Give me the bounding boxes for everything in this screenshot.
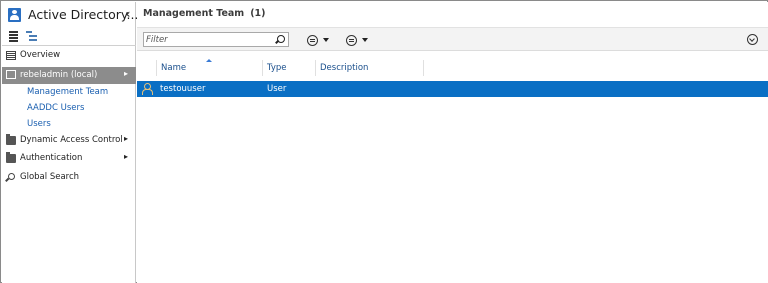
container-name: Management Team	[143, 8, 245, 19]
nav-item-label: Overview	[20, 50, 61, 60]
folder-icon	[6, 134, 16, 145]
user-icon	[141, 83, 153, 95]
nav-item-label: rebeladmin (local)	[20, 70, 98, 80]
cell-type: User	[267, 84, 287, 94]
window-frame: Active Directory... ‹ Overview rebeladmi…	[0, 0, 768, 283]
cell-name: testouuser	[160, 84, 206, 94]
nav-sub-item-management-team[interactable]: Management Team	[27, 87, 108, 97]
table-row[interactable]: testouuser User	[137, 81, 768, 97]
nav-item-label: Global Search	[20, 172, 80, 182]
toolbar	[137, 27, 768, 51]
search-icon	[8, 173, 15, 180]
filter-box	[143, 32, 289, 47]
nav-sub-item-users[interactable]: Users	[27, 119, 51, 129]
content-pane: Management Team (1) Name Type Description	[137, 2, 768, 283]
nav-divider	[2, 45, 136, 46]
expand-arrow-icon[interactable]: ▸	[124, 152, 128, 161]
nav-item-label: Dynamic Access Control	[20, 135, 123, 145]
save-query-button[interactable]	[346, 34, 368, 46]
nav-item-authentication[interactable]: Authentication ▸	[2, 151, 136, 167]
column-header-type[interactable]: Type	[263, 60, 316, 76]
list-options-icon	[307, 34, 318, 46]
nav-item-dynamic-access-control[interactable]: Dynamic Access Control ▸	[2, 133, 136, 149]
caret-down-icon	[362, 38, 368, 42]
collapse-nav-button[interactable]: ‹	[122, 7, 134, 21]
active-directory-icon	[8, 8, 21, 22]
page-title: Management Team (1)	[143, 8, 266, 19]
filter-input[interactable]	[146, 34, 272, 46]
column-header-icon	[137, 60, 157, 76]
tree-view-icon[interactable]	[26, 30, 40, 42]
column-header-row: Name Type Description	[137, 60, 768, 76]
grid-icon	[6, 51, 16, 60]
search-icon[interactable]	[277, 35, 285, 43]
expand-arrow-icon[interactable]: ▸	[124, 69, 128, 78]
object-count: (1)	[250, 8, 266, 19]
nav-sub-item-aaddc-users[interactable]: AADDC Users	[27, 103, 84, 113]
server-icon	[6, 70, 16, 79]
nav-item-global-search[interactable]: Global Search	[2, 170, 136, 186]
chevron-down-circle-icon[interactable]	[747, 34, 758, 45]
nav-header: Active Directory... ‹	[2, 2, 138, 29]
nav-item-overview[interactable]: Overview	[2, 48, 136, 64]
view-options-button[interactable]	[307, 34, 329, 46]
column-header-name[interactable]: Name	[157, 60, 263, 76]
navigation-pane: Active Directory... ‹ Overview rebeladmi…	[2, 2, 138, 283]
caret-down-icon	[323, 38, 329, 42]
expand-arrow-icon[interactable]: ▸	[124, 134, 128, 143]
folder-icon	[6, 152, 16, 163]
nav-item-label: Authentication	[20, 153, 83, 163]
nav-item-domain[interactable]: rebeladmin (local) ▸	[2, 67, 136, 84]
column-header-description[interactable]: Description	[316, 60, 424, 76]
save-query-icon	[346, 34, 357, 46]
list-view-icon[interactable]	[8, 30, 22, 42]
